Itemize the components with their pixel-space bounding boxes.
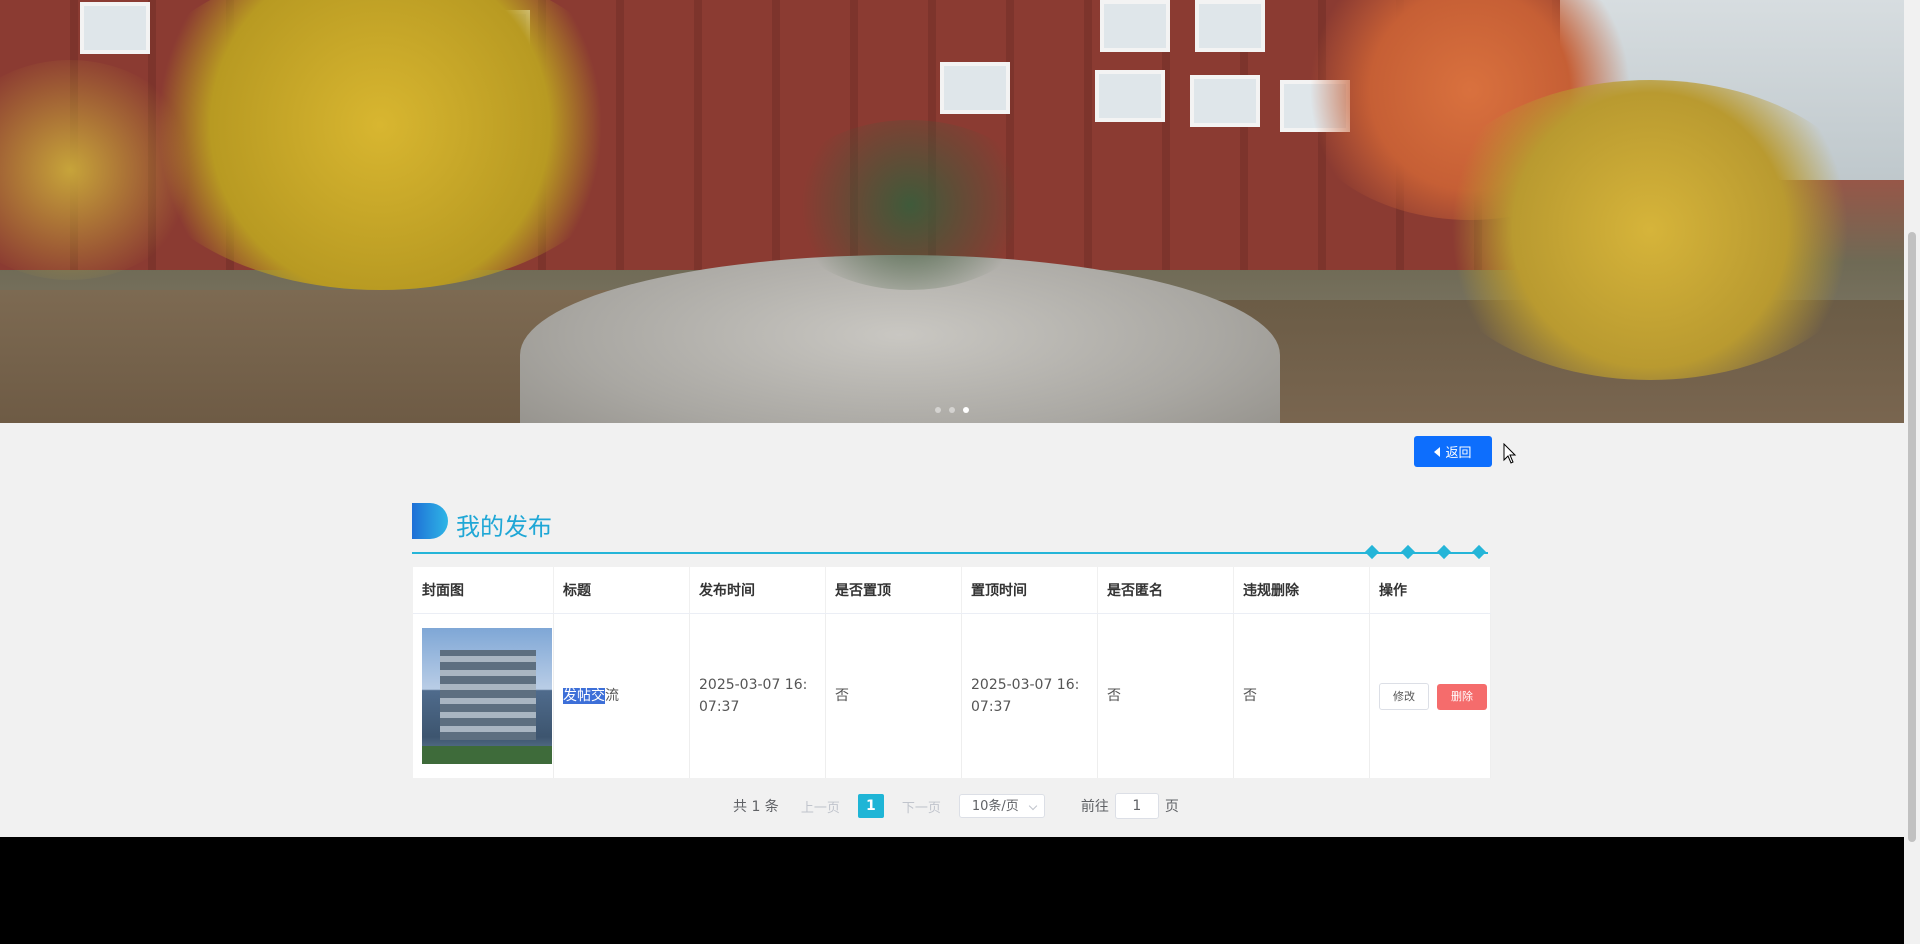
pagination-total: 共 1 条 [733, 799, 779, 815]
section-divider [412, 552, 1488, 554]
cell-publish-time: 2025-03-07 16:07:37 [689, 613, 826, 778]
goto-label: 前往 [1080, 799, 1109, 815]
title-text: 流 [605, 688, 619, 704]
hero-banner [0, 0, 1904, 423]
cell-top-time: 2025-03-07 16:07:37 [961, 613, 1098, 778]
diamond-icon [1471, 544, 1487, 560]
banner-tree-yellow [1420, 80, 1880, 380]
banner-tree-green [780, 120, 1040, 290]
page-number-current[interactable]: 1 [857, 794, 884, 818]
diamond-icon [1436, 544, 1452, 560]
diamond-icon [1400, 544, 1416, 560]
cell-title: 发帖交流 [553, 613, 690, 778]
section-title: 我的发布 [456, 513, 552, 541]
mouse-cursor-icon [1503, 443, 1517, 464]
next-page-button[interactable]: 下一页 [902, 797, 941, 816]
delete-button[interactable]: 删除 [1437, 683, 1487, 710]
col-header-top-time: 置顶时间 [961, 567, 1098, 614]
section-marker-icon [412, 503, 448, 539]
col-header-cover: 封面图 [413, 567, 554, 614]
carousel-dot[interactable] [935, 407, 941, 413]
carousel-dot-active[interactable] [963, 407, 969, 413]
top-time-text: 2025-03-07 16:07:37 [971, 677, 1080, 715]
carousel-indicator[interactable] [935, 407, 969, 413]
col-header-actions: 操作 [1369, 567, 1491, 614]
cell-is-top: 否 [825, 613, 962, 778]
page-footer [0, 837, 1904, 944]
chevron-down-icon [1028, 801, 1038, 811]
goto-page-input[interactable]: 1 [1114, 793, 1159, 819]
title-selected-text: 发帖交 [563, 688, 605, 704]
cell-cover [413, 613, 554, 778]
table-row: 发帖交流 2025-03-07 16:07:37 否 2025-03-07 16… [413, 613, 1491, 778]
cover-image[interactable] [422, 628, 552, 764]
publish-time-text: 2025-03-07 16:07:37 [699, 677, 808, 715]
prev-page-button[interactable]: 上一页 [801, 797, 840, 816]
posts-table: 封面图 标题 发布时间 是否置顶 置顶时间 是否匿名 违规删除 操作 发帖交流 … [413, 567, 1491, 778]
banner-window [1100, 0, 1170, 52]
page-size-value: 10条/页 [971, 799, 1019, 814]
banner-window [940, 62, 1010, 114]
cover-building [440, 650, 536, 740]
back-button[interactable]: 返回 [1414, 436, 1492, 467]
goto-suffix: 页 [1164, 799, 1179, 815]
cell-actions: 修改 删除 [1369, 613, 1491, 778]
page-scrollbar[interactable] [1904, 0, 1920, 944]
scrollbar-thumb[interactable] [1908, 232, 1916, 842]
col-header-is-top: 是否置顶 [825, 567, 962, 614]
carousel-dot[interactable] [949, 407, 955, 413]
cell-violation: 否 [1233, 613, 1370, 778]
diamond-icon [1364, 544, 1380, 560]
back-button-label: 返回 [1445, 446, 1472, 461]
banner-window [1190, 75, 1260, 127]
table-header-row: 封面图 标题 发布时间 是否置顶 置顶时间 是否匿名 违规删除 操作 [413, 567, 1491, 614]
col-header-title: 标题 [553, 567, 690, 614]
cover-grass [422, 746, 552, 764]
banner-window [1195, 0, 1265, 52]
banner-window [80, 2, 150, 54]
pagination: 共 1 条 上一页 1 下一页 10条/页 前往 1 页 [733, 793, 1179, 819]
cell-anonymous: 否 [1097, 613, 1234, 778]
col-header-violation: 违规删除 [1233, 567, 1370, 614]
edit-button[interactable]: 修改 [1379, 682, 1429, 710]
page-size-select[interactable]: 10条/页 [958, 794, 1045, 818]
col-header-anonymous: 是否匿名 [1097, 567, 1234, 614]
section-header: 我的发布 [412, 503, 1490, 563]
col-header-publish-time: 发布时间 [689, 567, 826, 614]
caret-left-icon [1434, 446, 1441, 457]
banner-window [1095, 70, 1165, 122]
